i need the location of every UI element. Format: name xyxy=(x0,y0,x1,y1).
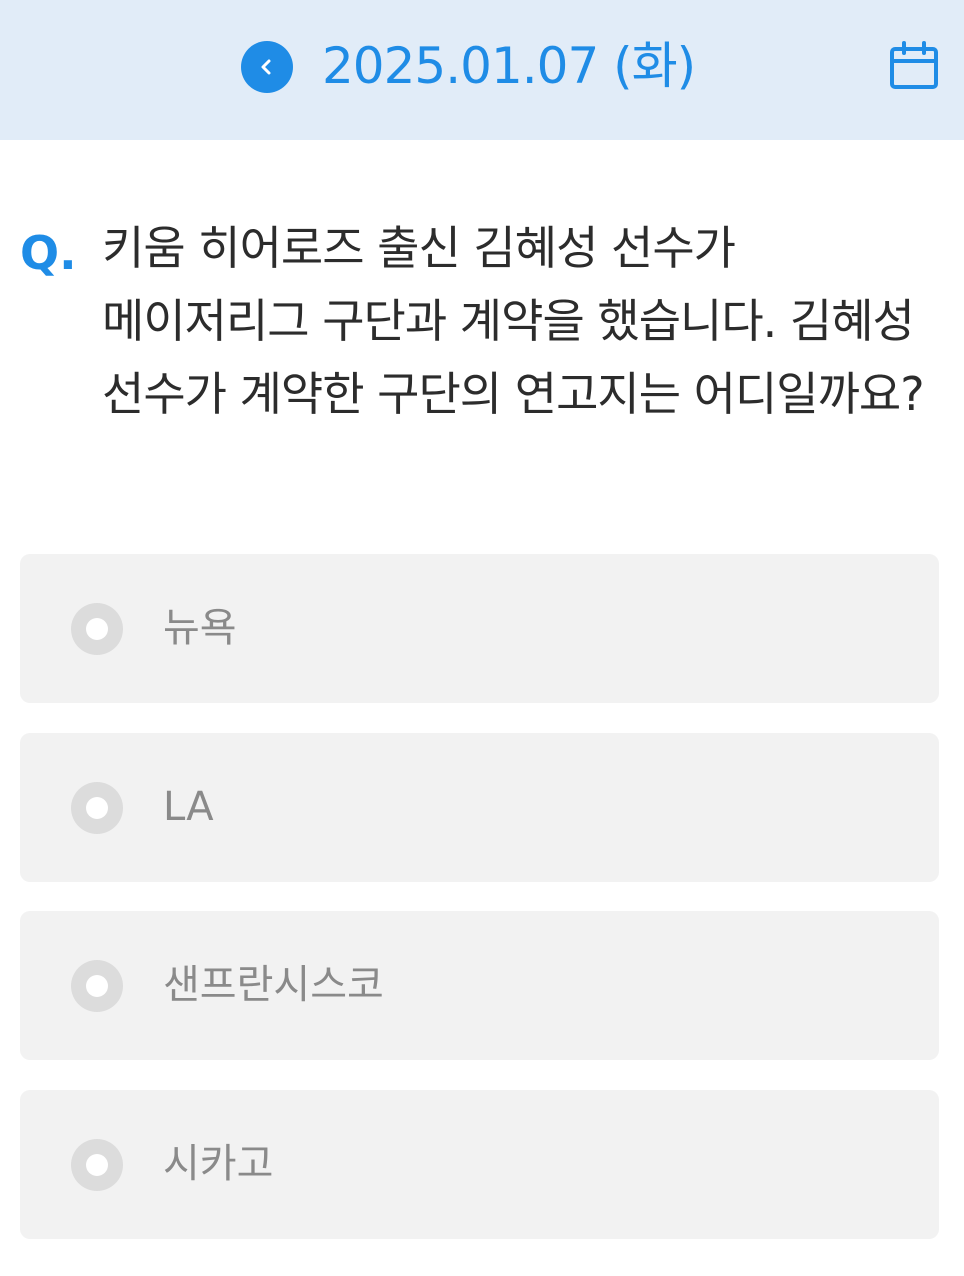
question-text: 키움 히어로즈 출신 김혜성 선수가 메이저리그 구단과 계약을 했습니다. 김… xyxy=(102,221,925,421)
radio-icon[interactable] xyxy=(71,781,123,834)
answer-option-4[interactable]: 시카고 xyxy=(20,1090,939,1239)
radio-icon[interactable] xyxy=(71,602,123,655)
answer-option-label: 뉴욕 xyxy=(163,605,237,651)
answer-option-3[interactable]: 샌프란시스코 xyxy=(20,911,939,1060)
calendar-icon xyxy=(890,41,938,89)
answer-option-1[interactable]: 뉴욕 xyxy=(20,554,939,703)
calendar-button[interactable] xyxy=(888,40,940,92)
chevron-left-icon xyxy=(261,59,271,75)
date-title: 2025.01.07 (화) xyxy=(322,37,696,95)
radio-icon[interactable] xyxy=(71,959,123,1012)
question-marker: Q. xyxy=(20,226,77,280)
radio-icon[interactable] xyxy=(71,1138,123,1191)
answer-option-label: 샌프란시스코 xyxy=(163,962,384,1008)
previous-date-button[interactable] xyxy=(241,41,293,93)
date-header: 2025.01.07 (화) xyxy=(0,0,964,140)
answer-option-2[interactable]: LA xyxy=(20,733,939,882)
answer-option-label: 시카고 xyxy=(163,1141,274,1187)
answer-option-label: LA xyxy=(163,784,214,830)
